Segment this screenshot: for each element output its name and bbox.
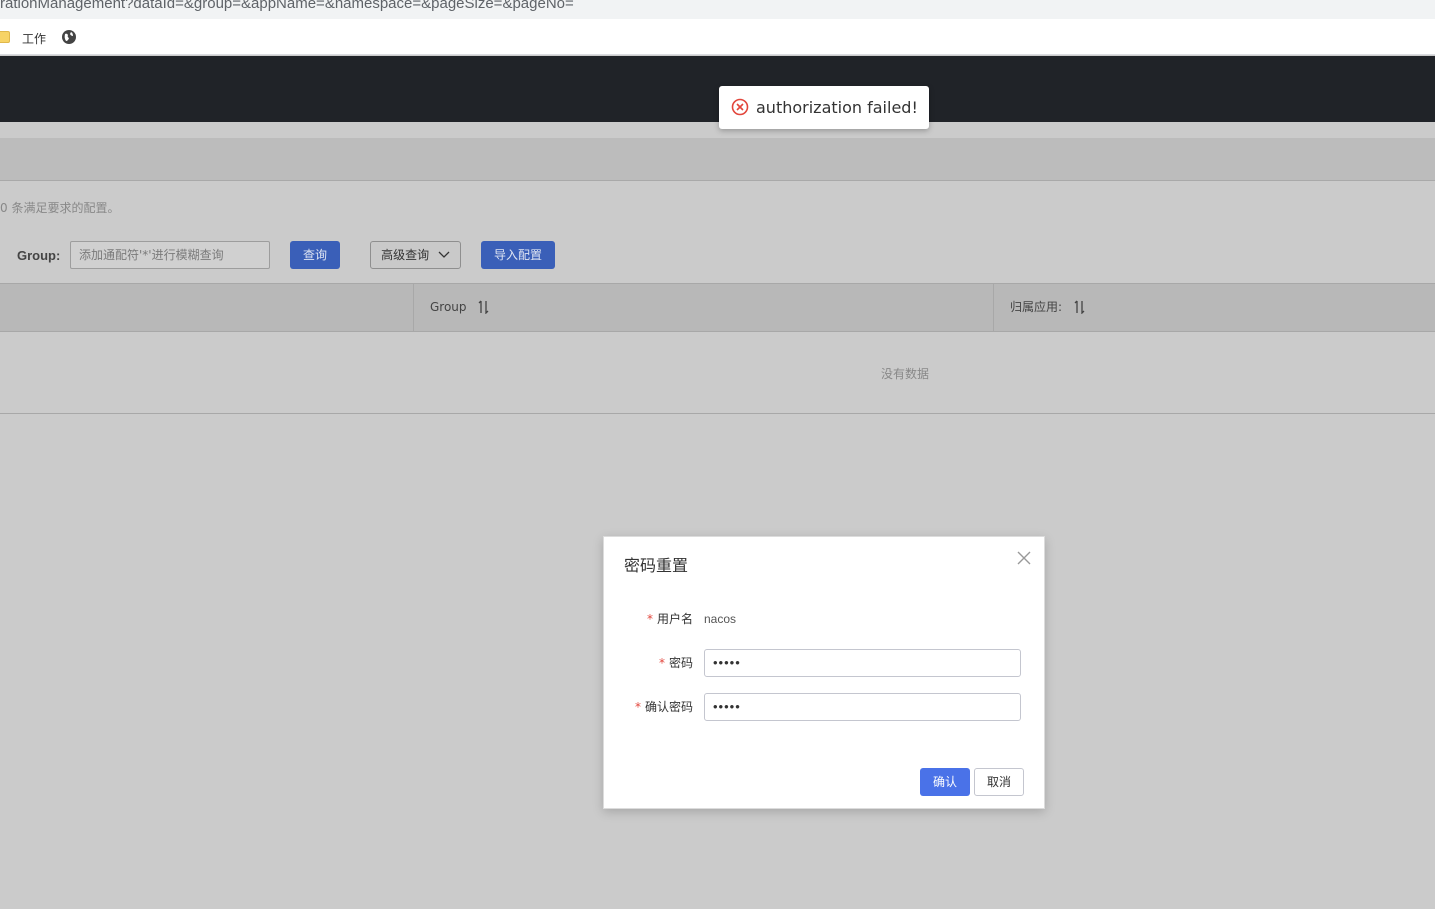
confirm-password-label: * 确认密码 [634,700,693,714]
username-label: * 用户名 [646,612,693,626]
column-label: 归属应用: [1010,300,1063,314]
password-row: * 密码 ••••• [604,649,1046,677]
globe-icon[interactable] [61,29,77,45]
error-toast: authorization failed! [719,86,929,129]
close-icon[interactable] [1016,550,1032,566]
table-body [0,332,1435,414]
username-row: * 用户名 nacos [604,605,1046,633]
sort-icon[interactable] [478,300,490,314]
password-input[interactable]: ••••• [704,649,1021,677]
folder-icon[interactable] [0,31,10,43]
import-config-button[interactable]: 导入配置 [481,241,555,269]
confirm-button[interactable]: 确认 [920,768,970,796]
sub-header-bar [0,138,1435,181]
empty-table-text: 没有数据 [881,367,930,381]
column-label: Group [430,300,467,314]
cancel-button[interactable]: 取消 [974,768,1024,796]
app-header [0,56,1435,122]
confirm-password-row: * 确认密码 ••••• [604,693,1046,721]
chevron-down-icon [438,251,450,258]
dialog-title: 密码重置 [624,556,689,575]
group-search-input[interactable]: 添加通配符'*'进行模糊查询 [70,241,270,269]
toast-message: authorization failed! [756,98,918,117]
result-count-text: 0 条满足要求的配置。 [0,201,120,215]
error-circle-icon [731,98,749,116]
advanced-query-button[interactable]: 高级查询 [370,241,461,269]
query-button[interactable]: 查询 [290,241,340,269]
password-reset-dialog: 密码重置 * 用户名 nacos * 密码 ••••• * 确认密码 ••••• 确认… [603,536,1045,809]
group-filter-label: Group: [17,248,61,263]
advanced-query-label: 高级查询 [381,248,430,262]
sort-icon[interactable] [1074,300,1086,314]
bookmarks-bar: 工作 [0,19,1435,55]
column-header-app[interactable]: 归属应用: [994,284,1086,331]
url-text: rationManagement?dataId=&group=&appName=… [0,0,574,12]
username-value: nacos [704,612,737,626]
confirm-password-input[interactable]: ••••• [704,693,1021,721]
table-header: Group 归属应用: [0,283,1435,332]
bookmark-work[interactable]: 工作 [22,30,46,47]
password-label: * 密码 [658,656,693,670]
column-header-group[interactable]: Group [414,284,490,331]
address-bar[interactable]: rationManagement?dataId=&group=&appName=… [0,0,1435,19]
